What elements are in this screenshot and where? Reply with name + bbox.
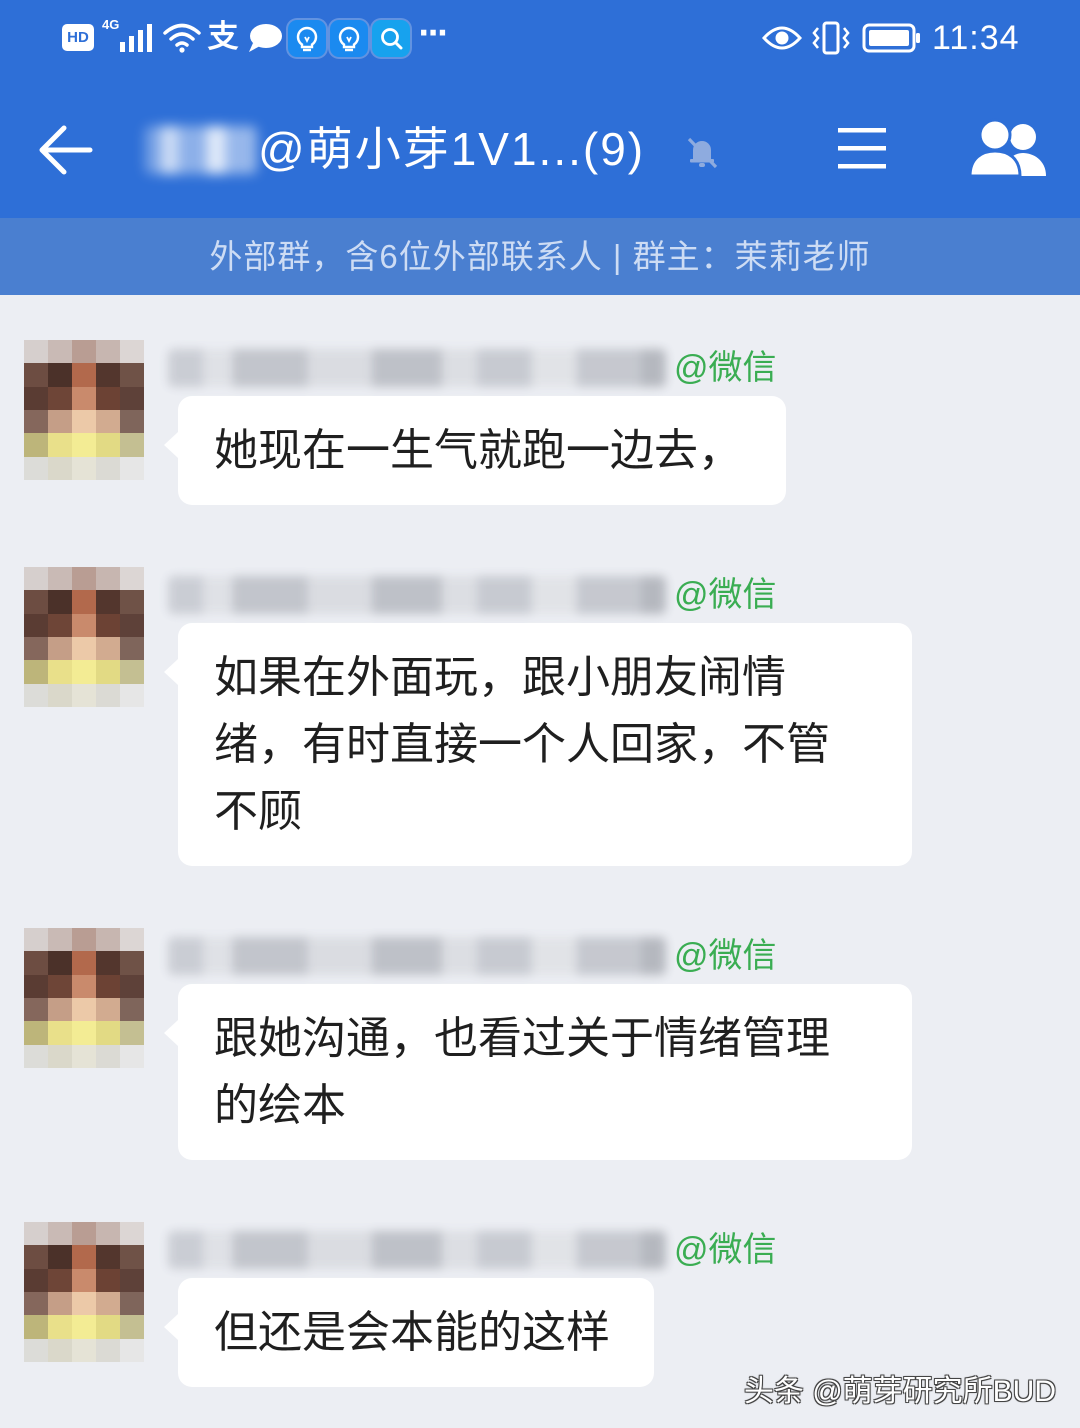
chat-notification-icon bbox=[249, 24, 282, 52]
chat-message: @微信 她现在一生气就跑一边去， bbox=[0, 340, 1080, 505]
search-app-icon bbox=[372, 20, 410, 57]
chat-message: @微信 跟她沟通，也看过关于情绪管理 的绘本 bbox=[0, 928, 1080, 1160]
chat-message: @微信 如果在外面玩，跟小朋友闹情 绪，有时直接一个人回家，不管 不顾 bbox=[0, 567, 1080, 866]
sender-source-tag: @微信 bbox=[674, 937, 777, 975]
menu-button[interactable] bbox=[836, 124, 888, 174]
eye-comfort-icon bbox=[762, 26, 802, 50]
message-text-line: 不顾 bbox=[214, 787, 302, 836]
message-text-line: 绪，有时直接一个人回家，不管 bbox=[214, 720, 830, 769]
sender-name-redacted bbox=[168, 1231, 666, 1269]
sender-row: @微信 bbox=[168, 340, 1080, 396]
avatar[interactable] bbox=[24, 340, 144, 480]
lightbulb-app-icon bbox=[330, 20, 368, 57]
message-text-line: 如果在外面玩，跟小朋友闹情 bbox=[214, 653, 786, 702]
message-bubble[interactable]: 如果在外面玩，跟小朋友闹情 绪，有时直接一个人回家，不管 不顾 bbox=[164, 623, 912, 866]
group-chat-title[interactable]: @萌小芽1V1...(9) bbox=[258, 118, 645, 180]
message-bubble[interactable]: 跟她沟通，也看过关于情绪管理 的绘本 bbox=[164, 984, 912, 1160]
sender-name-redacted bbox=[168, 937, 666, 975]
more-notifications-icon: ··· bbox=[418, 16, 448, 51]
sender-source-tag: @微信 bbox=[674, 576, 777, 614]
group-members-button[interactable] bbox=[968, 118, 1048, 178]
avatar[interactable] bbox=[24, 567, 144, 707]
avatar[interactable] bbox=[24, 1222, 144, 1362]
group-name-redacted bbox=[145, 126, 257, 174]
back-button[interactable] bbox=[36, 122, 94, 178]
app-header: HD 4G 支 ··· 11:34 @萌小芽1V1...(9) bbox=[0, 0, 1080, 218]
alipay-icon: 支 bbox=[207, 19, 239, 55]
message-bubble[interactable]: 但还是会本能的这样 bbox=[164, 1278, 654, 1387]
message-text-line: 的绘本 bbox=[214, 1081, 346, 1130]
sender-source-tag: @微信 bbox=[674, 1231, 777, 1269]
sender-row: @微信 bbox=[168, 928, 1080, 984]
status-bar: HD 4G 支 ··· 11:34 bbox=[0, 0, 1080, 78]
lightbulb-app-icon bbox=[288, 20, 326, 57]
sender-name-redacted bbox=[168, 349, 666, 387]
message-bubble[interactable]: 她现在一生气就跑一边去， bbox=[164, 396, 786, 505]
avatar[interactable] bbox=[24, 928, 144, 1068]
menu-icon bbox=[838, 128, 886, 169]
chat-message-list[interactable]: @微信 她现在一生气就跑一边去， @微信 如果在外面玩，跟小朋友闹情 绪，有时直… bbox=[0, 295, 1080, 1428]
back-arrow-icon bbox=[39, 125, 93, 175]
wifi-icon bbox=[163, 23, 201, 53]
clock-time: 11:34 bbox=[932, 19, 1020, 57]
message-text-line: 但还是会本能的这样 bbox=[214, 1308, 610, 1357]
group-info-banner[interactable]: 外部群，含6位外部联系人 | 群主：茉莉老师 bbox=[0, 218, 1080, 295]
chat-title-bar: @萌小芽1V1...(9) bbox=[0, 78, 1080, 218]
mute-bell-icon bbox=[687, 137, 718, 169]
network-type-label: 4G bbox=[102, 17, 120, 32]
sender-row: @微信 bbox=[168, 1222, 1080, 1278]
group-members-icon bbox=[968, 118, 1046, 178]
hd-voice-badge: HD bbox=[62, 24, 94, 51]
sender-source-tag: @微信 bbox=[674, 349, 777, 387]
message-text-line: 跟她沟通，也看过关于情绪管理 bbox=[214, 1014, 830, 1063]
message-text-line: 她现在一生气就跑一边去， bbox=[214, 426, 742, 475]
sender-name-redacted bbox=[168, 576, 666, 614]
signal-bars-icon bbox=[120, 24, 152, 52]
toutiao-watermark: 头条 @萌芽研究所BUD bbox=[743, 1375, 1056, 1408]
chat-message: @微信 但还是会本能的这样 bbox=[0, 1222, 1080, 1387]
vibrate-icon bbox=[812, 21, 850, 55]
sender-row: @微信 bbox=[168, 567, 1080, 623]
battery-icon bbox=[862, 23, 920, 53]
cellular-signal-icon: 4G bbox=[100, 18, 156, 54]
